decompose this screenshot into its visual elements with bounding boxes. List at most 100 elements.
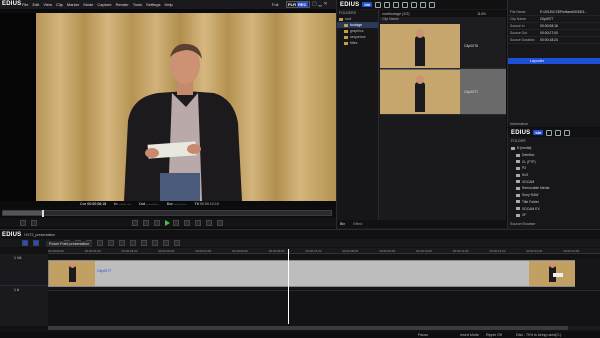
preview-scrubber[interactable] xyxy=(2,210,332,217)
step-forward-button[interactable] xyxy=(173,219,179,226)
list-icon[interactable] xyxy=(420,1,427,8)
redo-button[interactable] xyxy=(97,240,103,246)
tab-bin[interactable]: Bin xyxy=(340,222,345,226)
menu-item-render[interactable]: Render xyxy=(116,2,129,7)
set-out-button[interactable] xyxy=(31,219,37,226)
menu-item-edit[interactable]: Edit xyxy=(32,2,39,7)
ruler-tick-label: 00:00:14;00 xyxy=(563,249,580,253)
tab-effect[interactable]: Effect xyxy=(353,222,362,226)
timeline-scroll-thumb[interactable] xyxy=(48,326,568,330)
loop-button[interactable] xyxy=(195,219,201,226)
delete-button[interactable] xyxy=(141,240,147,246)
folder-icon xyxy=(516,186,520,190)
timeline-clip[interactable]: Clip0077 xyxy=(48,260,575,287)
source-folder-label: XL (FTP) xyxy=(522,159,536,164)
source-folder-item[interactable]: Title Folder xyxy=(508,199,600,206)
menu-item-capture[interactable]: Capture xyxy=(97,2,111,7)
menu-item-view[interactable]: View xyxy=(43,2,52,7)
paste-button[interactable] xyxy=(130,240,136,246)
track-header-video[interactable]: 1 VA xyxy=(0,254,48,286)
menu-item-help[interactable]: Help xyxy=(164,2,172,7)
properties-icon[interactable] xyxy=(402,1,409,8)
mode-button-1[interactable] xyxy=(22,240,28,246)
source-folder-label: Removable Media xyxy=(522,186,550,191)
video-frame xyxy=(36,13,336,201)
track-header-audio[interactable]: 1 A xyxy=(0,286,48,318)
cut-button[interactable] xyxy=(108,240,114,246)
menu-item-tools[interactable]: Tools xyxy=(133,2,142,7)
mode-button-2[interactable] xyxy=(33,240,39,246)
folder-icon xyxy=(516,200,520,204)
menu-items: File Edit View Clip Marker Mode Capture Render T… xyxy=(22,2,173,7)
stop-button[interactable] xyxy=(132,219,138,226)
folder-icon xyxy=(511,146,515,150)
layouter-row[interactable]: Layouter xyxy=(508,58,600,64)
ruler-tick-label: 00:00:09;00 xyxy=(379,249,396,253)
source-folder-item[interactable]: XDCAM xyxy=(508,178,600,185)
menu-item-clip[interactable]: Clip xyxy=(56,2,63,7)
ruler-tick-label: 00:00:11;00 xyxy=(452,249,469,253)
project-name: HXT2_presentation xyxy=(24,232,56,237)
play-button[interactable] xyxy=(165,219,170,226)
menu-item-settings[interactable]: Settings xyxy=(146,2,160,7)
layouter-label: Layouter xyxy=(530,59,544,63)
folder-icon xyxy=(516,160,520,164)
marker-button[interactable] xyxy=(163,240,169,246)
scrubber-handle[interactable] xyxy=(42,210,45,217)
ruler-tick-label: 00:00:05;00 xyxy=(232,249,248,253)
overwrite-button[interactable] xyxy=(217,219,223,226)
source-folder-item[interactable]: Deletion xyxy=(508,152,600,159)
copy-button[interactable] xyxy=(119,240,125,246)
sequence-tab[interactable]: Power Point presentation xyxy=(46,241,93,247)
folder-label: graphics xyxy=(350,29,364,33)
source-folder-item[interactable]: XL (FTP) xyxy=(508,158,600,165)
bin-panel: EDIUS bin FOLDERS root footage graphics seq… xyxy=(336,0,507,229)
folder-item-titles[interactable]: titles xyxy=(337,40,378,46)
add-icon[interactable] xyxy=(555,129,562,136)
source-folder-item[interactable]: P2 xyxy=(508,165,600,172)
source-folder-item[interactable]: SxS xyxy=(508,172,600,179)
menu-item-mode[interactable]: Mode xyxy=(83,2,93,7)
source-folder-item[interactable]: XF xyxy=(508,212,600,219)
source-folder-item[interactable]: E:[media] xyxy=(508,145,600,152)
view-icon[interactable] xyxy=(411,1,418,8)
source-folder-item[interactable]: Removable Media xyxy=(508,185,600,192)
plr-rec-toggle[interactable]: PLR REC xyxy=(286,1,310,8)
properties-panel: File Name E:\2015\3 23\Portland\2015\3...… xyxy=(507,0,600,127)
track-name-video: 1 VA xyxy=(14,256,22,260)
zoom-level[interactable]: 114% xyxy=(477,12,486,16)
window-controls[interactable]: ▢ ▁ ✕ xyxy=(312,1,328,7)
fast-forward-button[interactable] xyxy=(184,219,190,226)
folder-label: titles xyxy=(350,41,358,45)
status-insert-mode[interactable]: Insert Mode xyxy=(460,333,479,337)
timeline-scrollbar[interactable] xyxy=(48,326,600,330)
render-button[interactable] xyxy=(174,240,180,246)
timeline-ruler[interactable]: 00:00:00;00 00:00:01;00 00:00:02;00 00:00:0… xyxy=(48,248,600,254)
snap-button[interactable] xyxy=(152,240,158,246)
status-ripple[interactable]: Ripple Off xyxy=(486,333,502,337)
ruler-tick-label: 00:00:10;00 xyxy=(416,249,432,253)
folder-label: footage xyxy=(350,23,362,27)
menu-item-marker[interactable]: Marker xyxy=(67,2,79,7)
step-back-button[interactable] xyxy=(154,219,160,226)
folder-icon[interactable] xyxy=(384,1,391,8)
refresh-icon[interactable] xyxy=(546,129,553,136)
rewind-button[interactable] xyxy=(143,219,149,226)
insert-button[interactable] xyxy=(206,219,212,226)
set-in-button[interactable] xyxy=(20,219,26,226)
playhead[interactable] xyxy=(288,249,289,324)
source-folder-item[interactable]: Sony RAW xyxy=(508,192,600,199)
menu-item-file[interactable]: File xyxy=(22,2,28,7)
clip-row[interactable]: Clip0077 xyxy=(380,69,506,115)
folder-icon xyxy=(516,173,520,177)
folder-tree-list: root footage graphics sequence titles xyxy=(337,16,378,46)
settings-icon[interactable] xyxy=(429,1,436,8)
track-name-audio: 1 A xyxy=(14,288,20,292)
grid-icon[interactable] xyxy=(564,129,571,136)
clip-row[interactable]: Clip0076 xyxy=(380,23,506,69)
ruler-tick-label: 00:00:01;00 xyxy=(84,249,101,253)
view-mode-label[interactable]: Full xyxy=(272,2,278,7)
search-icon[interactable] xyxy=(375,1,382,8)
source-folder-item[interactable]: XDCAM EX xyxy=(508,205,600,212)
delete-icon[interactable] xyxy=(393,1,400,8)
